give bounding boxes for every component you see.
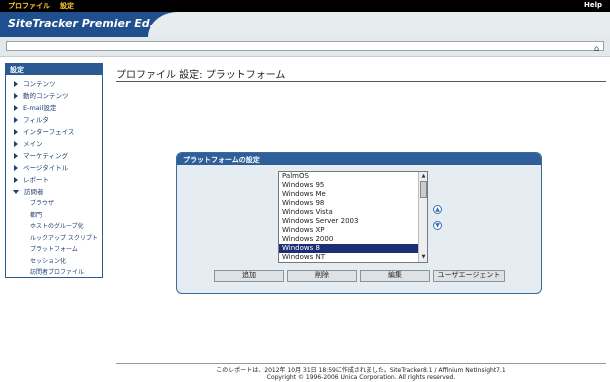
sidebar-item[interactable]: 訪問者: [6, 186, 102, 198]
sidebar-item[interactable]: 動的コンテンツ: [6, 90, 102, 102]
platform-listbox[interactable]: PalmOS Windows 95 Windows Me Windows 98 Wind…: [278, 171, 428, 263]
sidebar-item[interactable]: フィルタ: [6, 114, 102, 126]
page-title: プロファイル 設定: プラットフォーム: [116, 66, 285, 81]
scroll-thumb[interactable]: [420, 181, 427, 198]
platform-option[interactable]: Windows Vista: [279, 208, 418, 217]
sidebar-item-label: フィルタ: [23, 116, 49, 124]
path-field[interactable]: [6, 41, 604, 51]
app-logo: SiteTracker Premier Ed.: [8, 17, 154, 30]
sidebar-list: コンテンツ動的コンテンツ E-mail設定 フィルタインターフェイス メインマーケティ…: [6, 75, 102, 279]
sidebar-subitem[interactable]: セッション化: [6, 256, 102, 268]
platform-option[interactable]: Windows 95: [279, 181, 418, 190]
title-divider: [116, 81, 606, 82]
sidebar-subitem[interactable]: ルックアップ スクリプト: [6, 233, 102, 245]
platform-settings-panel: プラットフォームの設定 PalmOS Windows 95 Windows Me Wi…: [176, 152, 542, 294]
toolbar: ⌂: [0, 37, 610, 57]
add-button[interactable]: 追加: [214, 270, 284, 282]
sidebar-item[interactable]: ページタイトル: [6, 162, 102, 174]
page-title-sub: プラットフォーム: [205, 70, 286, 81]
sidebar-subitem[interactable]: ブラウザ: [6, 198, 102, 210]
sidebar-item[interactable]: インターフェイス: [6, 126, 102, 138]
scroll-down-icon[interactable]: ▼: [420, 254, 427, 261]
sidebar-subitem[interactable]: 都門: [6, 210, 102, 222]
platform-option[interactable]: Windows 98: [279, 199, 418, 208]
footer-divider: [116, 363, 606, 364]
footer-copyright: Copyright © 1996-2006 Unica Corporation.…: [266, 374, 456, 381]
move-up-icon[interactable]: ▲: [433, 205, 442, 214]
sidebar-item-label: コンテンツ: [23, 80, 56, 88]
collapsed-arrow-icon: [14, 105, 18, 111]
sidebar-item-label: インターフェイス: [23, 128, 75, 136]
scroll-up-icon[interactable]: ▲: [420, 173, 427, 180]
collapsed-arrow-icon: [14, 153, 18, 159]
edit-button[interactable]: 編集: [360, 270, 430, 282]
collapsed-arrow-icon: [14, 93, 18, 99]
platform-option[interactable]: Windows 8: [279, 244, 418, 253]
home-icon[interactable]: ⌂: [594, 44, 604, 53]
sidebar-item[interactable]: コンテンツ: [6, 78, 102, 90]
sidebar-header: 設定: [6, 64, 102, 75]
menu-settings[interactable]: 設定: [60, 1, 74, 11]
panel-header: プラットフォームの設定: [177, 153, 541, 165]
footer-report-info: このレポートは、2012年 10月 31日 18:59に作成されました。Site…: [216, 367, 506, 374]
platform-option[interactable]: Windows NT: [279, 253, 418, 262]
collapsed-arrow-icon: [14, 165, 18, 171]
sidebar-item-label: E-mail設定: [23, 104, 57, 112]
platform-option[interactable]: Windows Server 2003: [279, 217, 418, 226]
collapsed-arrow-icon: [14, 177, 18, 183]
sidebar-item[interactable]: レポート: [6, 174, 102, 186]
sidebar-item[interactable]: マーケティング: [6, 150, 102, 162]
header-decoration: [148, 12, 610, 37]
collapsed-arrow-icon: [14, 117, 18, 123]
sidebar-item-label: ページタイトル: [23, 164, 69, 172]
listbox-scrollbar[interactable]: ▲ ▼: [418, 172, 427, 262]
platform-option[interactable]: Windows Me: [279, 190, 418, 199]
sidebar-item-label: 訪問者: [24, 188, 44, 196]
platform-option[interactable]: Windows XP: [279, 226, 418, 235]
top-menu-bar: プロファイル 設定 Help: [0, 0, 610, 12]
collapsed-arrow-icon: [14, 81, 18, 87]
user-agent-button[interactable]: ユーザエージェント: [433, 270, 505, 282]
page-title-main: プロファイル 設定:: [116, 70, 206, 81]
platform-option[interactable]: PalmOS: [279, 172, 418, 181]
settings-sidebar: 設定 コンテンツ動的コンテンツ E-mail設定 フィルタインターフェイス メインマー…: [5, 63, 103, 278]
collapsed-arrow-icon: [14, 129, 18, 135]
sidebar-subitem[interactable]: プラットフォーム: [6, 244, 102, 256]
platform-option[interactable]: Windows 2000: [279, 235, 418, 244]
sidebar-subitem[interactable]: ホストのグループ化: [6, 221, 102, 233]
help-link[interactable]: Help: [584, 1, 602, 9]
move-down-icon[interactable]: ▼: [433, 221, 442, 230]
sidebar-subitem[interactable]: 訪問者プロファイル: [6, 267, 102, 279]
sidebar-item[interactable]: メイン: [6, 138, 102, 150]
collapsed-arrow-icon: [14, 141, 18, 147]
sidebar-item-label: メイン: [23, 140, 43, 148]
expanded-arrow-icon: [13, 190, 19, 194]
brand-header: SiteTracker Premier Ed.: [0, 12, 610, 37]
delete-button[interactable]: 削除: [287, 270, 357, 282]
sidebar-item[interactable]: E-mail設定: [6, 102, 102, 114]
sidebar-item-label: レポート: [23, 176, 49, 184]
menu-profile[interactable]: プロファイル: [8, 1, 50, 11]
sidebar-item-label: マーケティング: [23, 152, 68, 160]
sidebar-item-label: 動的コンテンツ: [23, 92, 69, 100]
